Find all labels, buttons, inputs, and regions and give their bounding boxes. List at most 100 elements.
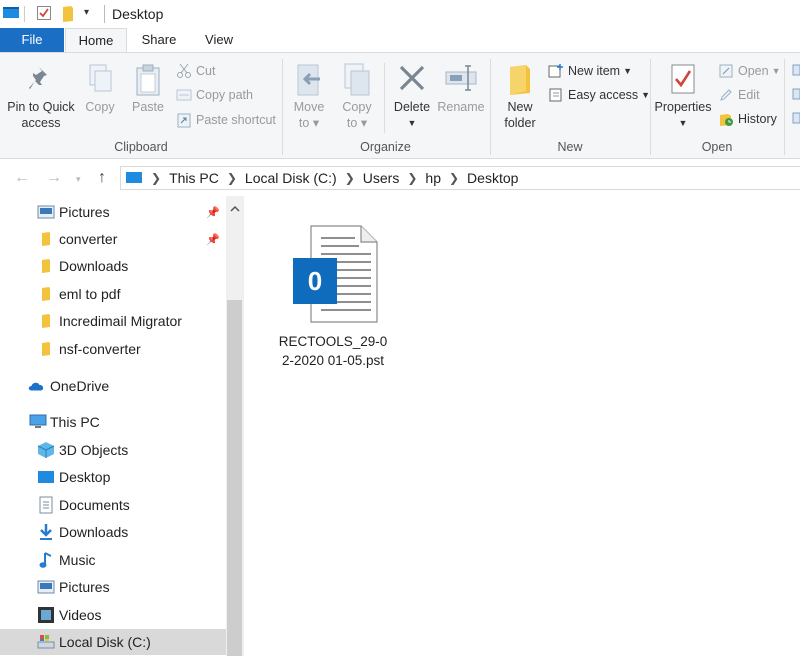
- move-to-button[interactable]: Move to ▾: [288, 63, 330, 131]
- rename-label: Rename: [437, 100, 485, 114]
- address-bar-row: ← → ▾ ↑ ❯ This PC ❯ Local Disk (C:) ❯ Us…: [0, 160, 800, 196]
- pinned-icon[interactable]: 📌: [206, 233, 220, 246]
- paste-shortcut-icon: [177, 113, 191, 128]
- history-icon: [720, 114, 733, 126]
- nav-item-pictures[interactable]: Pictures: [0, 574, 226, 600]
- file-name[interactable]: RECTOOLS_29-0 2-2020 01-05.pst: [275, 332, 391, 370]
- crumb-separator-icon[interactable]: ❯: [227, 171, 237, 185]
- rename-button[interactable]: Rename: [436, 63, 486, 115]
- paste-icon: [136, 64, 160, 96]
- paste-shortcut-label: Paste shortcut: [196, 113, 276, 127]
- history-button[interactable]: History: [718, 111, 777, 127]
- properties-chevron-icon[interactable]: ▼: [654, 115, 712, 131]
- nav-item-downloads-quick[interactable]: Downloads: [0, 253, 226, 279]
- recent-locations-chevron-icon[interactable]: ▾: [76, 174, 81, 185]
- videos-film-icon: [37, 606, 55, 624]
- easy-access-button[interactable]: Easy access ▼: [548, 87, 650, 103]
- crumb-separator-icon[interactable]: ❯: [449, 171, 459, 185]
- tab-home[interactable]: Home: [65, 28, 127, 53]
- new-folder-button[interactable]: New folder: [498, 63, 542, 131]
- copy-button[interactable]: Copy: [80, 63, 120, 115]
- new-item-icon: [548, 64, 563, 78]
- nav-item-local-disk[interactable]: Local Disk (C:): [0, 629, 226, 655]
- properties-quick-icon[interactable]: [36, 5, 52, 24]
- breadcrumb-users[interactable]: Users: [363, 170, 400, 186]
- move-to-icon: [297, 64, 320, 96]
- this-pc-address-icon: [126, 172, 142, 183]
- file-name-line1: RECTOOLS_29-0: [278, 334, 388, 349]
- back-arrow-icon[interactable]: ←: [14, 169, 30, 187]
- clipboard-group-label: Clipboard: [114, 140, 168, 154]
- address-bar[interactable]: ❯ This PC ❯ Local Disk (C:) ❯ Users ❯ hp…: [120, 166, 800, 190]
- history-label: History: [738, 112, 777, 126]
- nav-item-converter[interactable]: converter 📌: [0, 226, 226, 252]
- explorer-window-icon[interactable]: [2, 5, 20, 24]
- nav-item-desktop[interactable]: Desktop: [0, 464, 226, 490]
- breadcrumb-desktop[interactable]: Desktop: [467, 170, 518, 186]
- select-group-icon[interactable]: [792, 63, 800, 136]
- nav-item-music[interactable]: Music: [0, 547, 226, 573]
- breadcrumb-this-pc[interactable]: This PC: [169, 170, 219, 186]
- nav-label: Pictures: [59, 579, 110, 595]
- nav-scrollbar[interactable]: [226, 196, 243, 656]
- ribbon-tabs: File Home Share View: [0, 28, 800, 53]
- breadcrumb-local-disk[interactable]: Local Disk (C:): [245, 170, 337, 186]
- nav-item-onedrive[interactable]: OneDrive: [0, 373, 226, 399]
- pinned-icon[interactable]: 📌: [206, 206, 220, 219]
- nav-label: Downloads: [59, 258, 129, 274]
- easy-access-icon: [549, 88, 562, 102]
- copy-to-label-line2: to ▾: [346, 116, 368, 130]
- forward-arrow-icon[interactable]: →: [46, 169, 62, 187]
- tab-view[interactable]: View: [190, 28, 248, 52]
- nav-label: Downloads: [59, 524, 129, 540]
- paste-shortcut-button[interactable]: Paste shortcut: [176, 112, 276, 128]
- open-button[interactable]: Open ▼: [718, 63, 781, 79]
- easy-access-chevron-icon: ▼: [641, 90, 651, 100]
- crumb-separator-icon[interactable]: ❯: [407, 171, 417, 185]
- delete-button[interactable]: Delete ▼: [390, 63, 434, 131]
- local-disk-drive-icon: [37, 633, 55, 651]
- pin-to-quick-access-button[interactable]: Pin to Quick access: [6, 63, 76, 131]
- edit-button[interactable]: Edit: [718, 87, 760, 103]
- properties-label: Properties: [654, 100, 712, 114]
- customize-toolbar-chevron-icon[interactable]: ▾: [84, 7, 89, 18]
- open-label: Open: [738, 64, 769, 78]
- scissors-icon: [177, 63, 191, 78]
- crumb-separator-icon[interactable]: ❯: [345, 171, 355, 185]
- nav-label: Documents: [59, 497, 130, 513]
- file-item-pst[interactable]: 0 RECTOOLS_29-0 2-2020 01-05.pst: [275, 224, 391, 374]
- copy-path-button[interactable]: Copy path: [176, 88, 253, 102]
- up-arrow-icon[interactable]: ↑: [98, 169, 106, 187]
- move-to-label-line2: to ▾: [298, 116, 320, 130]
- nav-item-this-pc[interactable]: This PC: [0, 409, 226, 435]
- nav-item-nsf-converter[interactable]: nsf-converter: [0, 336, 226, 362]
- new-item-button[interactable]: New item ▼: [548, 63, 632, 79]
- tab-share[interactable]: Share: [128, 28, 190, 52]
- pin-label-line1: Pin to Quick: [7, 100, 75, 114]
- scroll-up-chevron-icon[interactable]: [226, 196, 243, 220]
- nav-label: Music: [59, 552, 96, 568]
- delete-dropdown-chevron-icon[interactable]: ▼: [390, 115, 434, 131]
- nav-item-3d-objects[interactable]: 3D Objects: [0, 437, 226, 463]
- scrollbar-thumb[interactable]: [227, 300, 242, 656]
- copy-to-label-line1: Copy: [342, 100, 372, 114]
- breadcrumb-hp[interactable]: hp: [425, 170, 441, 186]
- file-list-pane: 0 RECTOOLS_29-0 2-2020 01-05.pst: [245, 196, 800, 656]
- nav-item-videos[interactable]: Videos: [0, 602, 226, 628]
- open-chevron-icon: ▼: [771, 66, 781, 76]
- tab-file[interactable]: File: [0, 28, 64, 52]
- nav-item-pictures-quick[interactable]: Pictures 📌: [0, 199, 226, 225]
- nav-item-downloads[interactable]: Downloads: [0, 519, 226, 545]
- paste-label: Paste: [132, 100, 164, 114]
- cut-button[interactable]: Cut: [176, 63, 215, 79]
- nav-item-incredimail-migrator[interactable]: Incredimail Migrator: [0, 308, 226, 334]
- crumb-separator-icon[interactable]: ❯: [151, 171, 161, 185]
- new-folder-quick-icon[interactable]: [62, 5, 74, 26]
- window-title: Desktop: [112, 6, 164, 22]
- properties-button[interactable]: Properties ▼: [654, 63, 712, 131]
- paste-button[interactable]: Paste: [126, 63, 170, 115]
- pin-label-line2: access: [21, 116, 61, 130]
- nav-item-documents[interactable]: Documents: [0, 492, 226, 518]
- nav-item-eml-to-pdf[interactable]: eml to pdf: [0, 281, 226, 307]
- copy-to-button[interactable]: Copy to ▾: [336, 63, 378, 131]
